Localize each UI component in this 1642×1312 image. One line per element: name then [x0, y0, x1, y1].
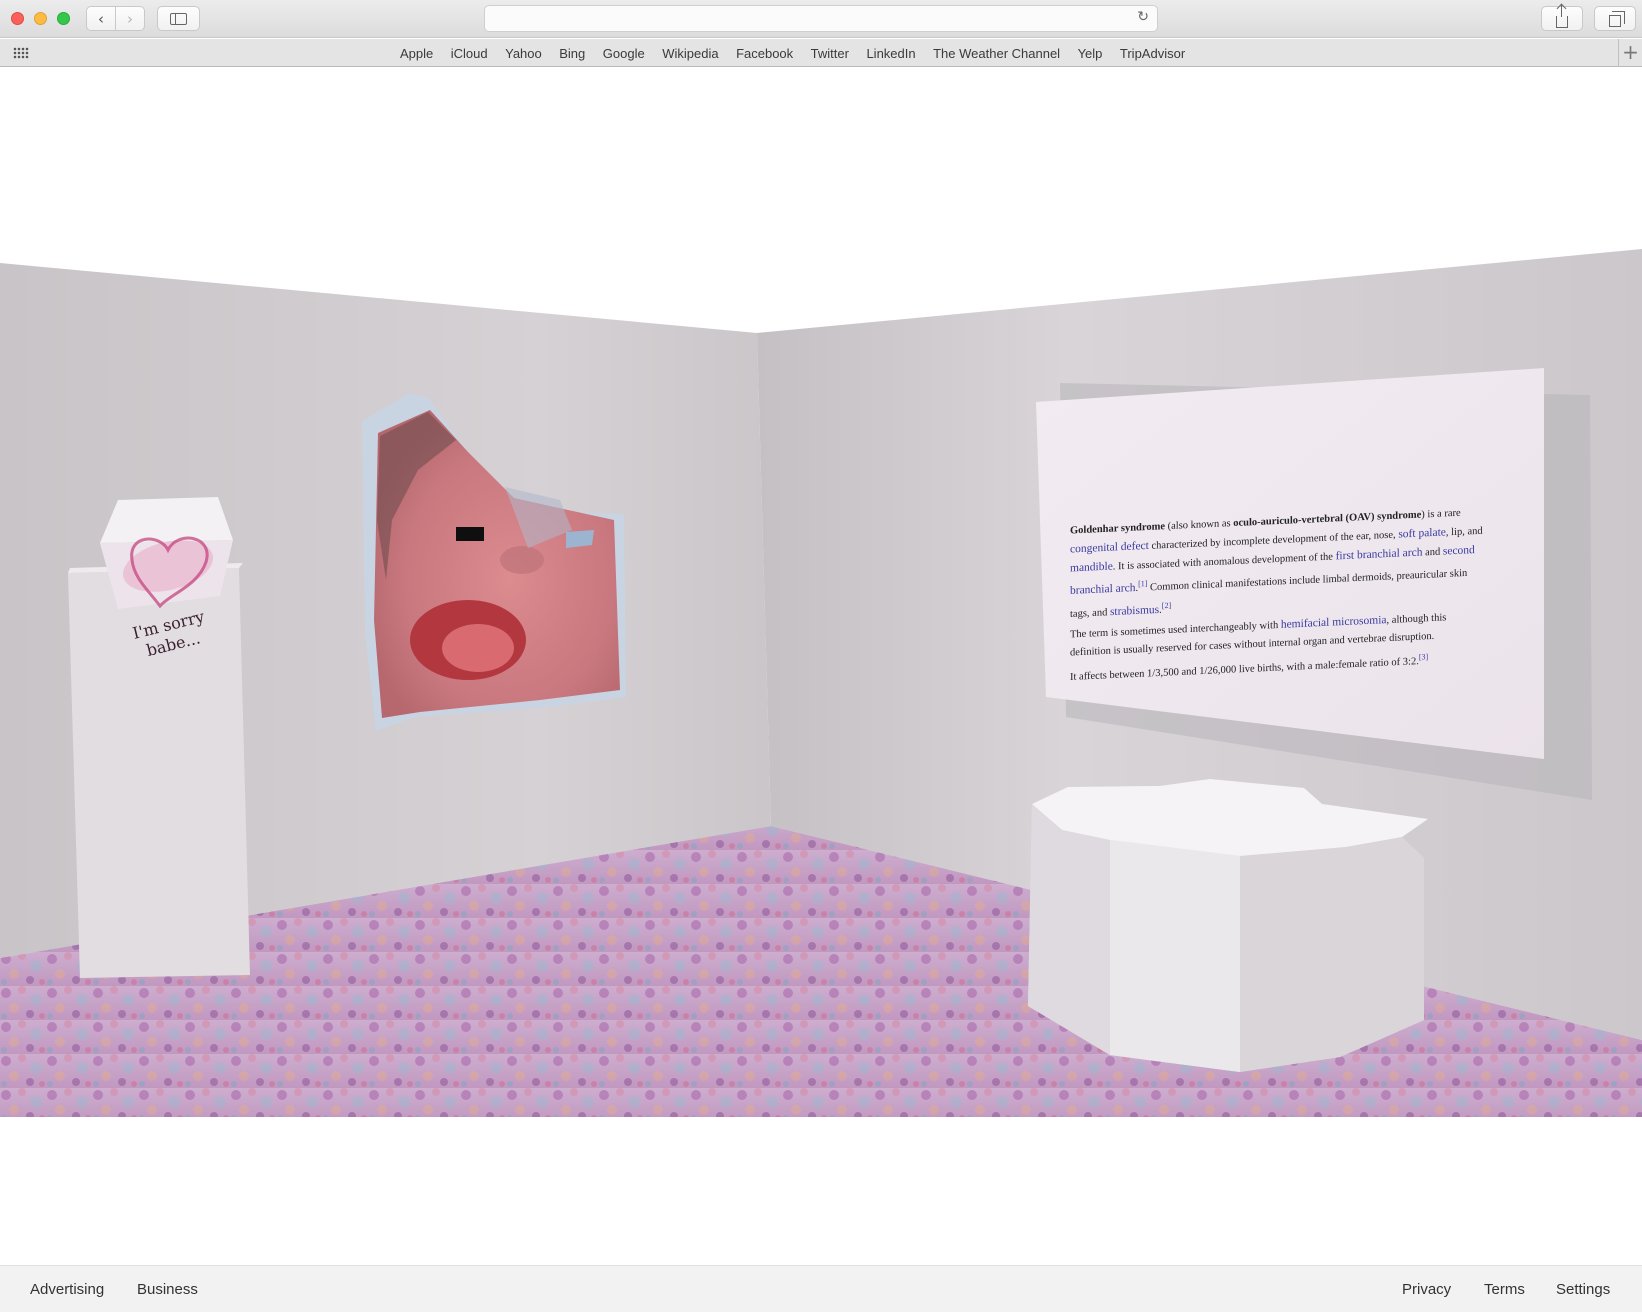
- link-first-branchial-arch[interactable]: first branchial arch: [1336, 546, 1423, 562]
- chevron-right-icon: ›: [127, 9, 133, 28]
- new-tab-button[interactable]: +: [1618, 39, 1642, 67]
- footer-link-advertising[interactable]: Advertising: [30, 1281, 104, 1298]
- citation-3[interactable]: [3]: [1419, 652, 1428, 661]
- browser-toolbar: ‹ › ↻: [0, 0, 1642, 38]
- show-tabs-button[interactable]: [1594, 6, 1636, 31]
- text-span: ) is a rare: [1421, 507, 1461, 521]
- bookmark-google[interactable]: Google: [603, 46, 645, 61]
- chevron-left-icon: ‹: [98, 9, 104, 28]
- apps-grid-icon[interactable]: [13, 47, 29, 59]
- bookmark-facebook[interactable]: Facebook: [736, 46, 793, 61]
- wall-text-card: Goldenhar syndrome (also known as oculo-…: [1036, 413, 1544, 826]
- bookmark-weather-channel[interactable]: The Weather Channel: [933, 46, 1060, 61]
- citation-1[interactable]: [1]: [1138, 579, 1147, 588]
- forward-button[interactable]: ›: [115, 6, 145, 31]
- reload-icon[interactable]: ↻: [1137, 9, 1149, 25]
- term: Goldenhar syndrome: [1070, 521, 1166, 537]
- url-input[interactable]: [495, 10, 1115, 28]
- text-span: (also known as: [1165, 518, 1234, 533]
- citation-2[interactable]: [2]: [1162, 600, 1171, 609]
- gallery-3d-scene[interactable]: I'm sorry babe... Goldenhar syndrome (al…: [0, 67, 1642, 1117]
- text-span: . It is associated with anomalous develo…: [1112, 551, 1336, 573]
- footer-link-terms[interactable]: Terms: [1484, 1281, 1525, 1298]
- wall-text-paragraph-1: Goldenhar syndrome (also known as oculo-…: [1070, 503, 1488, 623]
- bookmark-icloud[interactable]: iCloud: [451, 46, 488, 61]
- link-soft-palate[interactable]: soft palate: [1398, 526, 1446, 540]
- bookmark-yelp[interactable]: Yelp: [1078, 46, 1103, 61]
- bookmark-apple[interactable]: Apple: [400, 46, 433, 61]
- favorites-bar: Apple iCloud Yahoo Bing Google Wikipedia…: [0, 39, 1642, 67]
- bookmark-linkedin[interactable]: LinkedIn: [866, 46, 915, 61]
- bookmark-tripadvisor[interactable]: TripAdvisor: [1120, 46, 1185, 61]
- bookmark-twitter[interactable]: Twitter: [811, 46, 849, 61]
- alt-term: oculo-auriculo-vertebral (OAV) syndrome: [1233, 509, 1422, 530]
- text-span: It affects between 1/3,500 and 1/26,000 …: [1070, 656, 1419, 683]
- share-icon: [1556, 4, 1568, 28]
- text-span: and: [1422, 546, 1443, 559]
- bookmark-bing[interactable]: Bing: [559, 46, 585, 61]
- text-span: , lip, and: [1445, 525, 1483, 539]
- back-button[interactable]: ‹: [86, 6, 116, 31]
- minimize-window-button[interactable]: [34, 12, 47, 25]
- bookmark-list: Apple iCloud Yahoo Bing Google Wikipedia…: [400, 39, 1185, 67]
- close-window-button[interactable]: [11, 12, 24, 25]
- footer-link-privacy[interactable]: Privacy: [1402, 1281, 1451, 1298]
- page-footer: Advertising Business Privacy Terms Setti…: [0, 1265, 1642, 1312]
- footer-link-business[interactable]: Business: [137, 1281, 198, 1298]
- sidebar-toggle-button[interactable]: [157, 6, 200, 31]
- sidebar-icon: [170, 12, 187, 25]
- share-button[interactable]: [1541, 4, 1583, 31]
- address-bar[interactable]: ↻: [484, 5, 1158, 32]
- bookmark-yahoo[interactable]: Yahoo: [505, 46, 542, 61]
- text-span: The term is sometimes used interchangeab…: [1070, 619, 1281, 641]
- link-strabismus[interactable]: strabismus: [1110, 603, 1159, 617]
- link-congenital-defect[interactable]: congenital defect: [1070, 540, 1149, 556]
- zoom-window-button[interactable]: [57, 12, 70, 25]
- link-mandible[interactable]: mandible: [1070, 561, 1113, 575]
- footer-link-settings[interactable]: Settings: [1556, 1281, 1610, 1298]
- bookmark-wikipedia[interactable]: Wikipedia: [662, 46, 718, 61]
- tabs-icon: [1609, 10, 1625, 27]
- link-hemifacial-microsomia[interactable]: hemifacial microsomia: [1281, 614, 1387, 631]
